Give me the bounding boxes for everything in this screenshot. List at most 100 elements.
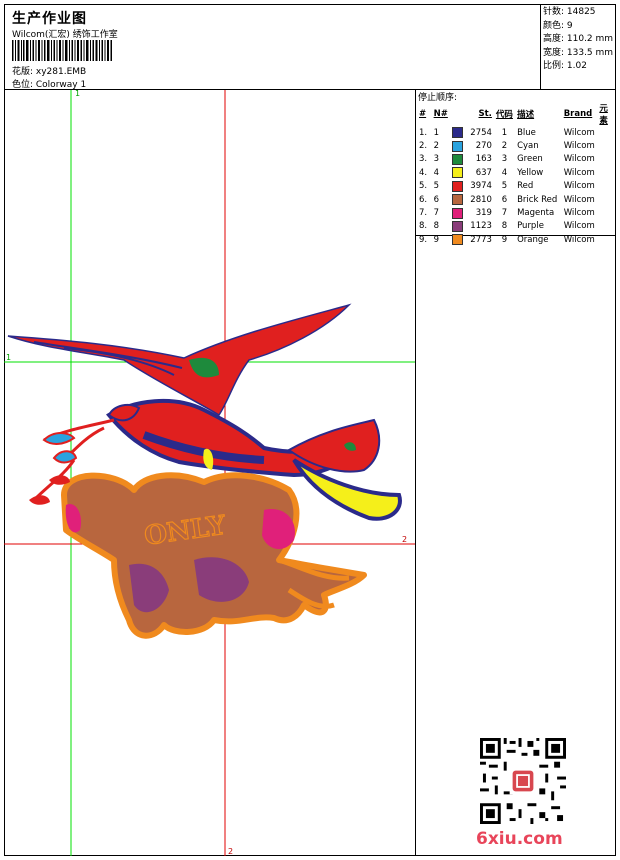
row-element — [597, 220, 616, 233]
row-brand: Wilcom — [563, 234, 595, 245]
row-index: 2. — [419, 141, 428, 152]
row-element — [597, 153, 616, 166]
row-code: 1 — [501, 127, 508, 138]
row-brand: Wilcom — [563, 154, 595, 165]
col-header-description: 描述 — [517, 110, 535, 120]
colorway-label: 色位: Colorway 1 — [12, 80, 87, 90]
color-swatch — [450, 166, 467, 179]
row-index: 7. — [419, 208, 428, 219]
color-swatch — [450, 220, 467, 233]
header-divider — [540, 4, 541, 90]
row-stitches: 637 — [475, 167, 492, 178]
page-title: 生产作业图 — [12, 11, 87, 27]
row-brand: Wilcom — [563, 194, 595, 205]
table-row: 5. 5 3974 5 Red Wilcom — [417, 180, 616, 193]
row-description: Yellow — [517, 167, 544, 178]
col-header-index: # — [419, 109, 427, 119]
row-brand: Wilcom — [563, 167, 595, 178]
row-brand: Wilcom — [563, 141, 595, 152]
row-index: 5. — [419, 181, 428, 192]
embroidery-preview: ONLY 1 2 1 2 — [4, 90, 415, 856]
row-code: 4 — [501, 167, 508, 178]
row-code: 2 — [501, 141, 508, 152]
stitch-count: 针数: 14825 — [543, 7, 596, 17]
row-element — [597, 166, 616, 179]
barcode — [12, 40, 112, 61]
table-row: 9. 9 2773 9 Orange Wilcom — [417, 233, 616, 246]
row-element — [597, 126, 616, 139]
row-code: 8 — [501, 221, 508, 232]
guide-label-h2: 2 — [402, 535, 407, 544]
row-description: Blue — [517, 127, 536, 138]
color-swatch — [450, 126, 467, 139]
color-swatch-box — [451, 140, 463, 152]
row-code: 3 — [501, 154, 508, 165]
color-swatch-box — [451, 234, 463, 246]
qr-code — [480, 738, 566, 824]
color-swatch-box — [451, 220, 463, 232]
color-swatch-box — [451, 127, 463, 139]
row-stitches: 319 — [475, 208, 492, 219]
row-index: 8. — [419, 221, 428, 232]
row-stitches: 3974 — [470, 181, 492, 192]
heart-banner-motif: ONLY — [61, 472, 367, 639]
watermark: 6xiu.com — [476, 829, 563, 849]
row-needle: 2 — [433, 141, 440, 152]
row-needle: 9 — [433, 234, 440, 245]
guide-label-v1: 1 — [75, 90, 80, 98]
color-swatch-box — [451, 167, 463, 179]
row-brand: Wilcom — [563, 127, 595, 138]
color-swatch-box — [451, 180, 463, 192]
row-code: 9 — [501, 234, 508, 245]
row-element — [597, 233, 616, 246]
row-needle: 1 — [433, 127, 440, 138]
header: 生产作业图 Wilcom(汇宏) 绣饰工作室 花版: xy281.EMB 色位:… — [4, 4, 616, 90]
row-code: 5 — [501, 181, 508, 192]
row-index: 1. — [419, 127, 428, 138]
row-description: Brick Red — [517, 194, 558, 205]
stats-panel: 针数: 14825 颜色: 9 高度: 110.2 mm 宽度: 133.5 m… — [543, 6, 613, 74]
row-needle: 3 — [433, 154, 440, 165]
design-filename: 花版: xy281.EMB — [12, 67, 87, 77]
row-code: 6 — [501, 194, 508, 205]
color-swatch — [450, 206, 467, 219]
table-row: 8. 8 1123 8 Purple Wilcom — [417, 220, 616, 233]
table-row: 7. 7 319 7 Magenta Wilcom — [417, 206, 616, 219]
color-swatch-box — [451, 207, 463, 219]
color-swatch-box — [451, 194, 463, 206]
col-header-brand: Brand — [563, 109, 593, 119]
row-stitches: 2810 — [470, 194, 492, 205]
row-element — [597, 180, 616, 193]
guide-label-h1: 1 — [6, 353, 11, 362]
row-stitches: 2773 — [470, 234, 492, 245]
row-needle: 4 — [433, 167, 440, 178]
design-height: 高度: 110.2 mm — [543, 34, 614, 44]
table-row: 4. 4 637 4 Yellow Wilcom — [417, 166, 616, 179]
guide-label-v2: 2 — [228, 847, 233, 856]
row-needle: 6 — [433, 194, 440, 205]
color-swatch — [450, 180, 467, 193]
color-swatch — [450, 153, 467, 166]
color-swatch — [450, 193, 467, 206]
table-header-row: # N# St. 代码 描述 Brand 元素 — [417, 102, 616, 126]
color-count: 颜色: 9 — [543, 20, 573, 31]
row-needle: 5 — [433, 181, 440, 192]
row-description: Orange — [517, 234, 549, 245]
row-needle: 8 — [433, 221, 440, 232]
col-header-code: 代码 — [495, 110, 513, 120]
row-needle: 7 — [433, 208, 440, 219]
subtitle: Wilcom(汇宏) 绣饰工作室 — [12, 30, 118, 40]
row-element — [597, 193, 616, 206]
row-element — [597, 206, 616, 219]
row-description: Magenta — [517, 208, 555, 219]
table-row: 1. 1 2754 1 Blue Wilcom — [417, 126, 616, 139]
col-header-stitches: St. — [478, 109, 492, 119]
row-brand: Wilcom — [563, 221, 595, 232]
color-swatch — [450, 139, 467, 152]
row-description: Red — [517, 181, 534, 192]
stop-sequence-panel: 停止顺序: # N# St. 代码 描述 Brand 元素 1. 1 2754 1 Bl… — [416, 90, 616, 246]
design-ratio: 比例: 1.02 — [543, 61, 587, 71]
color-swatch — [450, 233, 467, 246]
row-code: 7 — [501, 208, 508, 219]
color-sequence-table: # N# St. 代码 描述 Brand 元素 1. 1 2 7 5 4 1 Blue Wilc… — [417, 102, 616, 247]
